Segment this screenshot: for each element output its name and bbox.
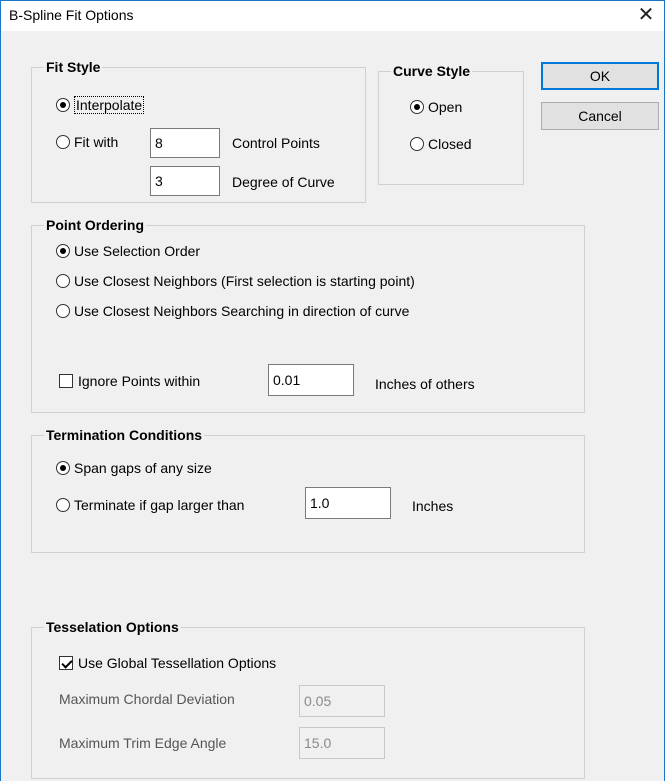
termination-group: Termination Conditions Span gaps of any … <box>31 427 585 553</box>
window-title: B-Spline Fit Options <box>9 7 134 23</box>
interpolate-label: Interpolate <box>74 96 145 114</box>
span-gaps-radio[interactable]: Span gaps of any size <box>56 460 212 476</box>
trim-edge-angle-input <box>299 727 385 759</box>
selection-order-radio[interactable]: Use Selection Order <box>56 243 200 259</box>
control-points-label: Control Points <box>232 135 320 151</box>
selection-order-radio-dot[interactable] <box>56 244 70 258</box>
closest-direction-radio[interactable]: Use Closest Neighbors Searching in direc… <box>56 303 409 319</box>
span-gaps-label: Span gaps of any size <box>74 460 212 476</box>
closed-radio[interactable]: Closed <box>410 136 472 152</box>
ignore-points-label: Ignore Points within <box>78 373 201 389</box>
fit-style-group: Fit Style Interpolate Fit with Control P… <box>31 59 366 203</box>
use-global-check-box[interactable] <box>59 656 73 670</box>
fit-with-label: Fit with <box>74 134 119 150</box>
interpolate-radio[interactable]: Interpolate <box>56 96 145 114</box>
title-bar: B-Spline Fit Options ✕ <box>1 1 664 31</box>
chordal-deviation-label: Maximum Chordal Deviation <box>59 691 235 707</box>
open-radio-dot[interactable] <box>410 100 424 114</box>
degree-input[interactable] <box>150 166 220 196</box>
ignore-points-check-box[interactable] <box>59 374 73 388</box>
trim-edge-angle-label: Maximum Trim Edge Angle <box>59 735 227 751</box>
ignore-distance-input[interactable] <box>268 364 354 396</box>
terminate-label: Terminate if gap larger than <box>74 497 245 513</box>
control-points-input[interactable] <box>150 128 220 158</box>
closed-label: Closed <box>428 136 472 152</box>
use-global-checkbox[interactable]: Use Global Tessellation Options <box>59 655 276 671</box>
ignore-suffix-label: Inches of others <box>375 376 475 392</box>
curve-style-group: Curve Style Open Closed <box>378 63 524 185</box>
tesselation-group: Tesselation Options Use Global Tessellat… <box>31 619 585 779</box>
open-label: Open <box>428 99 463 115</box>
fit-with-radio[interactable]: Fit with <box>56 134 118 150</box>
point-ordering-group: Point Ordering Use Selection Order Use C… <box>31 217 585 413</box>
selection-order-label: Use Selection Order <box>74 243 201 259</box>
open-radio[interactable]: Open <box>410 99 462 115</box>
use-global-label: Use Global Tessellation Options <box>78 655 277 671</box>
closed-radio-dot[interactable] <box>410 137 424 151</box>
ok-button[interactable]: OK <box>541 62 659 90</box>
span-gaps-radio-dot[interactable] <box>56 461 70 475</box>
terminate-radio[interactable]: Terminate if gap larger than <box>56 497 244 513</box>
tesselation-legend: Tesselation Options <box>44 619 181 635</box>
interpolate-radio-dot[interactable] <box>56 98 70 112</box>
closest-first-radio-dot[interactable] <box>56 274 70 288</box>
terminate-radio-dot[interactable] <box>56 498 70 512</box>
curve-style-legend: Curve Style <box>391 63 473 79</box>
closest-first-label: Use Closest Neighbors (First selection i… <box>74 273 415 289</box>
closest-direction-label: Use Closest Neighbors Searching in direc… <box>74 303 410 319</box>
bspline-fit-options-dialog: B-Spline Fit Options ✕ Fit Style Interpo… <box>0 0 665 781</box>
ignore-points-checkbox[interactable]: Ignore Points within <box>59 373 200 389</box>
fit-with-radio-dot[interactable] <box>56 135 70 149</box>
closest-first-radio[interactable]: Use Closest Neighbors (First selection i… <box>56 273 415 289</box>
cancel-button[interactable]: Cancel <box>541 102 659 130</box>
close-icon[interactable]: ✕ <box>634 2 658 28</box>
degree-label: Degree of Curve <box>232 174 335 190</box>
point-ordering-legend: Point Ordering <box>44 217 146 233</box>
termination-legend: Termination Conditions <box>44 427 205 443</box>
gap-size-input[interactable] <box>305 487 391 519</box>
chordal-deviation-input <box>299 685 385 717</box>
closest-direction-radio-dot[interactable] <box>56 304 70 318</box>
gap-unit-label: Inches <box>412 498 454 514</box>
fit-style-legend: Fit Style <box>44 59 103 75</box>
